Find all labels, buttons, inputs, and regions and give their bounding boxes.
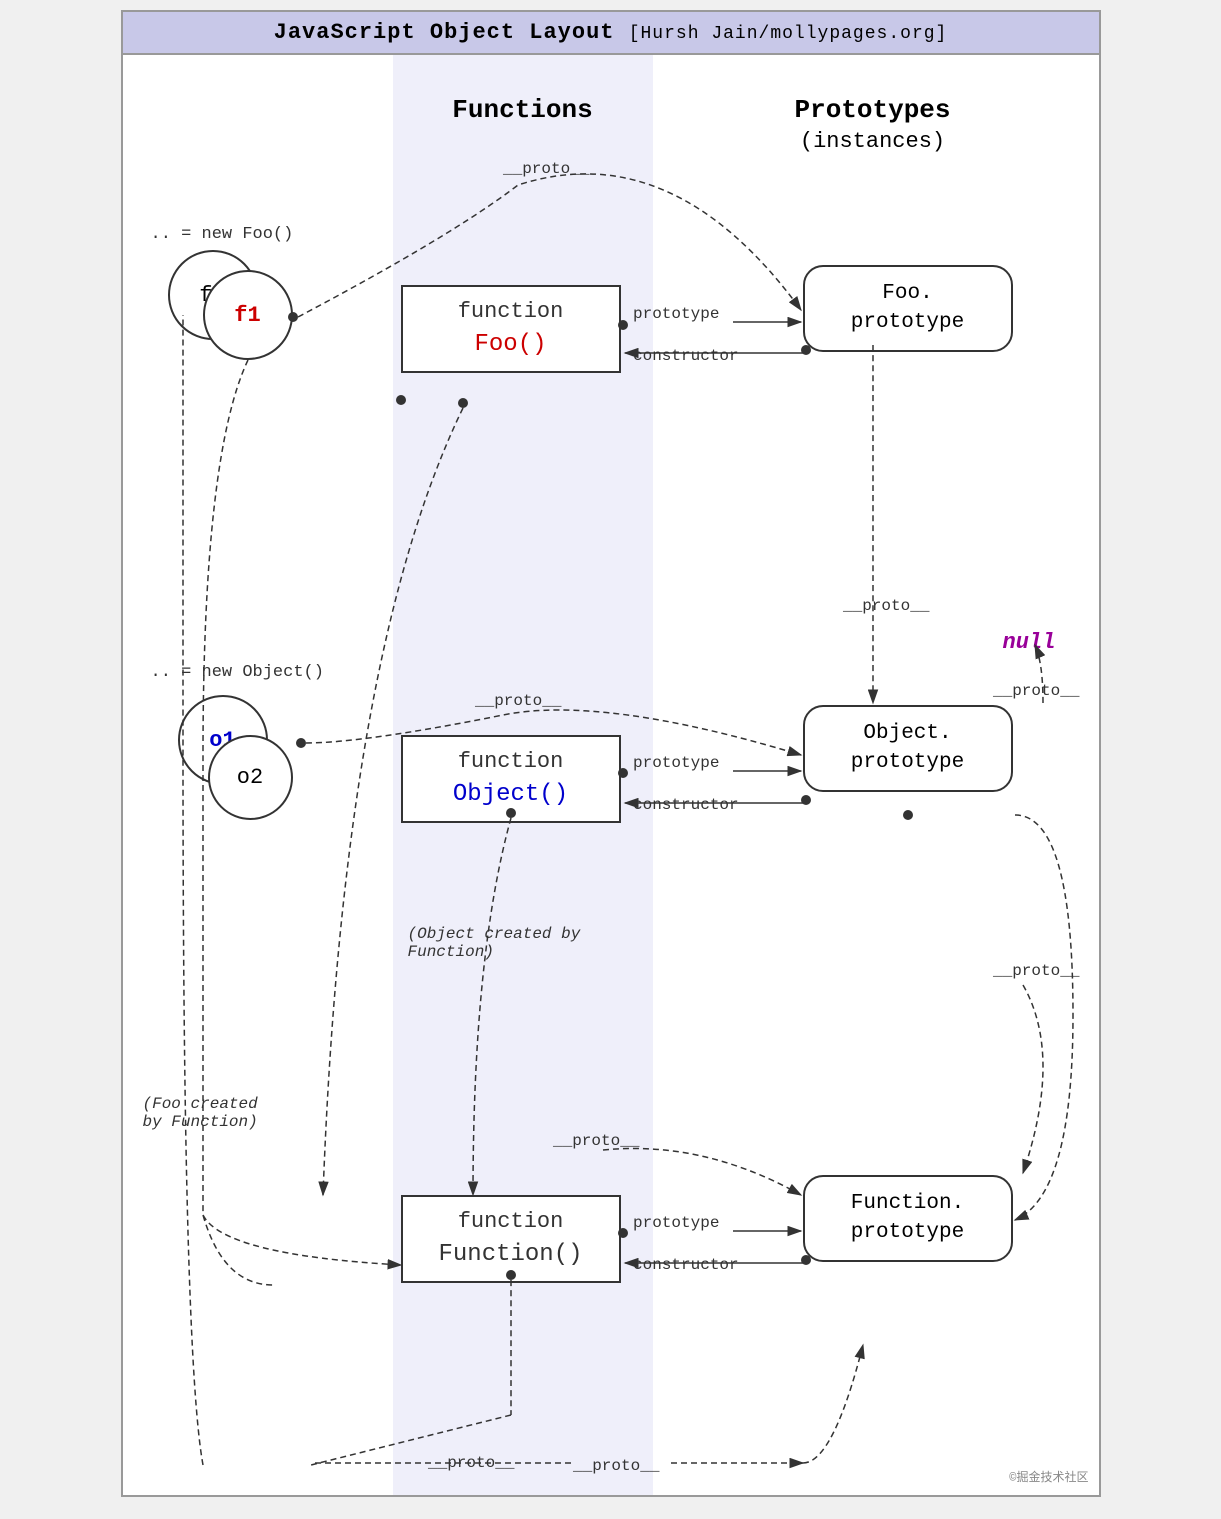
function-function-box: function Function() <box>401 1195 621 1283</box>
watermark: ©掘金技术社区 <box>1009 1468 1088 1485</box>
obj-fn-name: Object() <box>423 778 599 812</box>
obj-proto-line1: Object. <box>825 719 991 748</box>
title-sub: [Hursh Jain/mollypages.org] <box>629 24 948 44</box>
new-object-label: .. = new Object() <box>151 663 324 682</box>
object-function-box: function Object() <box>401 735 621 823</box>
prototypes-header: Prototypes (instances) <box>723 95 1023 155</box>
title-main: JavaScript Object Layout <box>274 20 615 45</box>
foo-fn-name: Foo() <box>423 328 599 362</box>
foo-function-box: function Foo() <box>401 285 621 373</box>
func-proto-line2: prototype <box>825 1218 991 1247</box>
func-fn-word: function <box>423 1207 599 1238</box>
obj-proto-line2: prototype <box>825 748 991 777</box>
diagram-container: JavaScript Object Layout [Hursh Jain/mol… <box>121 10 1101 1497</box>
svg-text:__proto__: __proto__ <box>992 682 1080 700</box>
foo-proto-line1: Foo. <box>825 279 991 308</box>
diagram-body: Functions Prototypes (instances) functio… <box>123 55 1099 1495</box>
object-prototype-box: Object. prototype <box>803 705 1013 792</box>
object-created-label: (Object created by Function) <box>408 925 581 961</box>
svg-text:__proto__: __proto__ <box>992 962 1080 980</box>
new-foo-label: .. = new Foo() <box>151 225 294 244</box>
functions-header: Functions <box>393 95 653 125</box>
foo-fn-word: function <box>423 297 599 328</box>
func-fn-name: Function() <box>423 1238 599 1272</box>
func-proto-line1: Function. <box>825 1189 991 1218</box>
obj-fn-word: function <box>423 747 599 778</box>
foo-created-label: (Foo created by Function) <box>143 1095 258 1131</box>
function-prototype-box: Function. prototype <box>803 1175 1013 1262</box>
foo-prototype-box: Foo. prototype <box>803 265 1013 352</box>
foo-proto-line2: prototype <box>825 308 991 337</box>
svg-text:__proto__: __proto__ <box>842 597 930 615</box>
null-label: null <box>1003 630 1056 655</box>
title-bar: JavaScript Object Layout [Hursh Jain/mol… <box>123 12 1099 55</box>
o2-circle: o2 <box>208 735 293 820</box>
f1-circle: f1 <box>203 270 293 360</box>
